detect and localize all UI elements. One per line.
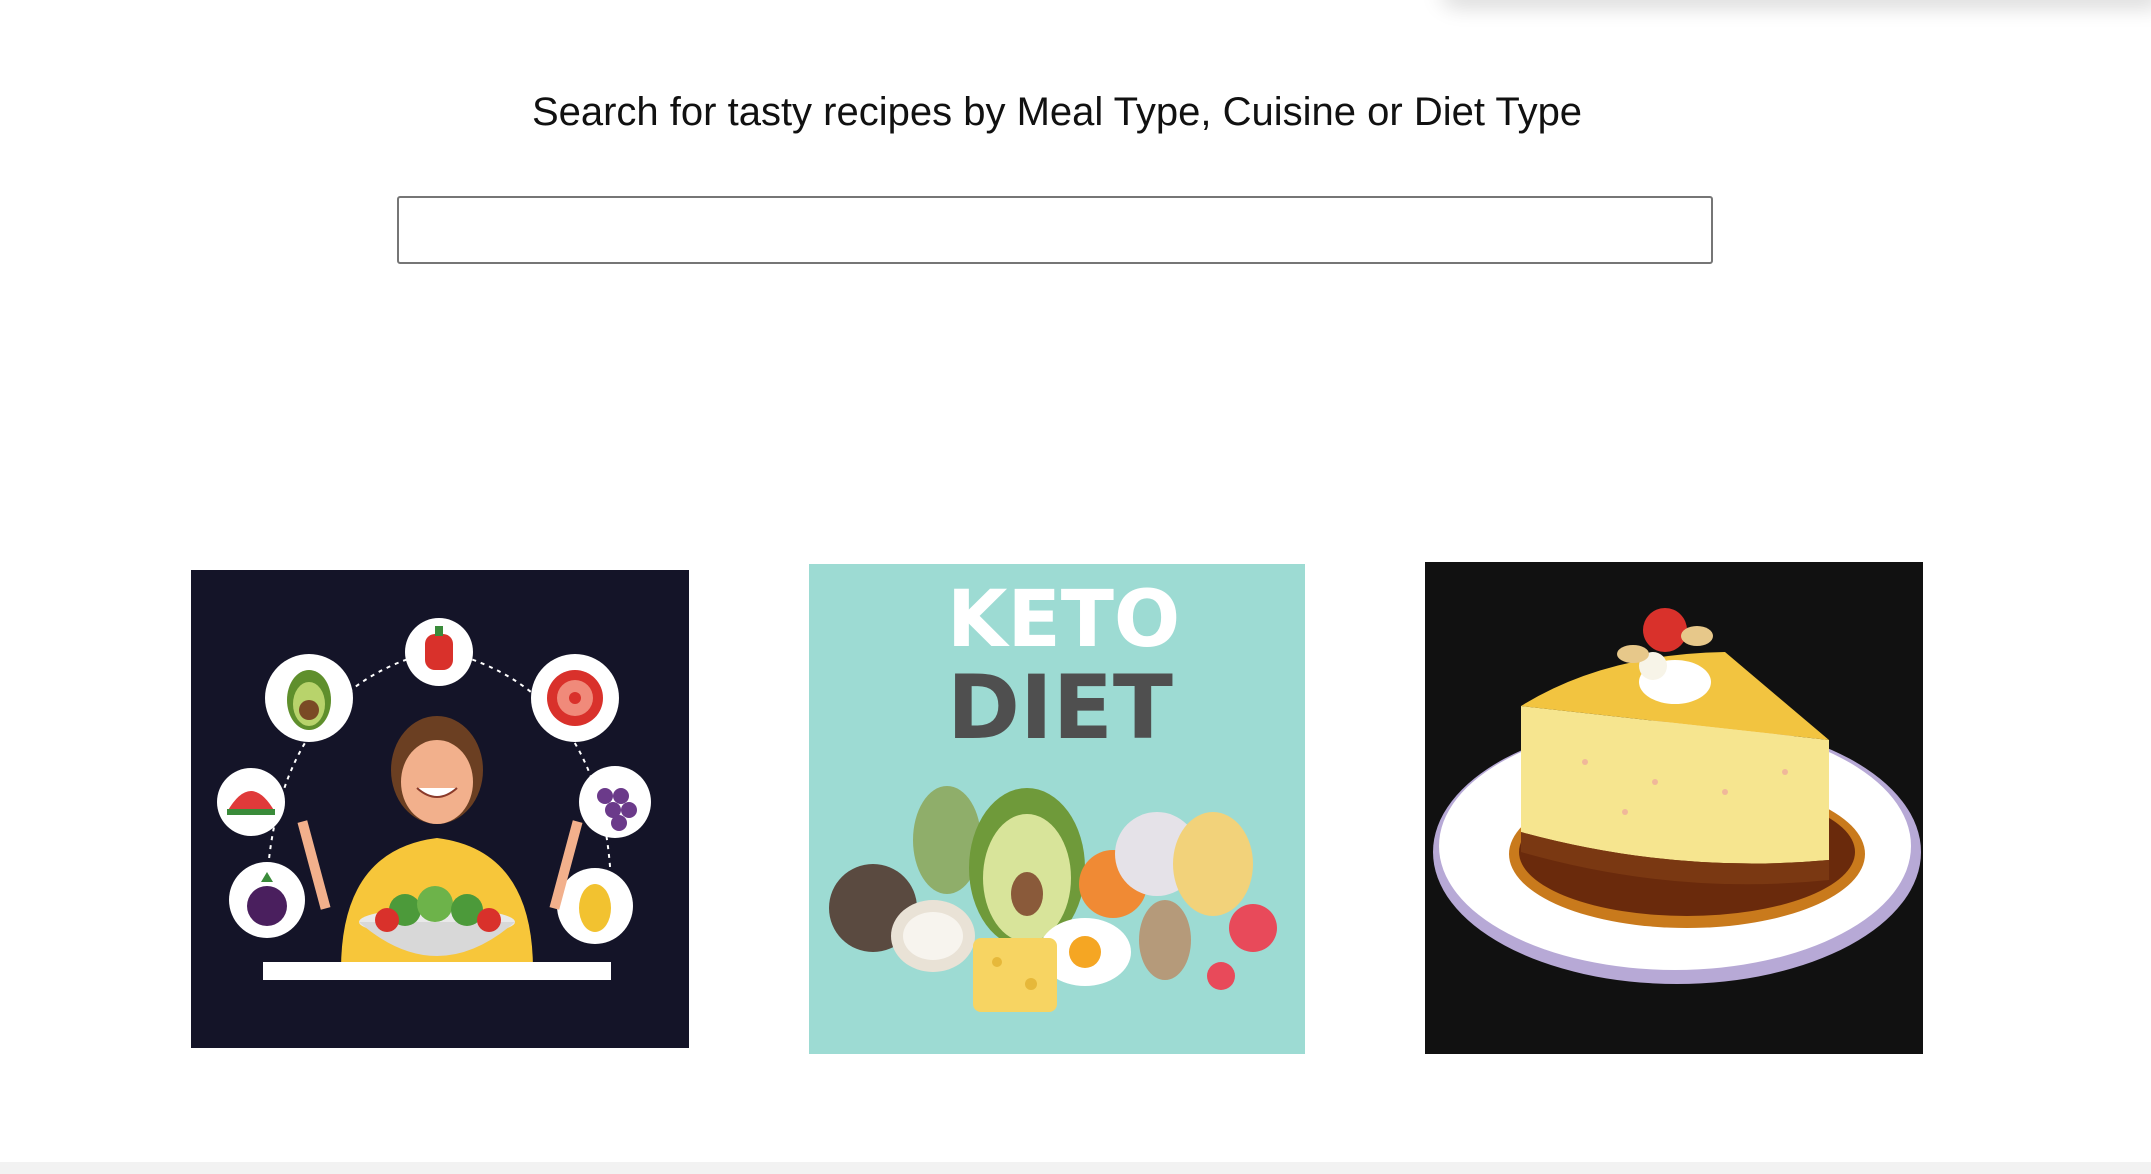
- page-bottom-band: [0, 1162, 2151, 1174]
- page-heading: Search for tasty recipes by Meal Type, C…: [531, 90, 1583, 134]
- page: Search for tasty recipes by Meal Type, C…: [0, 0, 2151, 1174]
- cheesecake-image: [1425, 562, 1923, 1054]
- keto-diet-card[interactable]: KETO DIET: [809, 564, 1305, 1054]
- diet-title: DIET: [947, 656, 1173, 759]
- dessert-card[interactable]: [1425, 562, 1923, 1054]
- search-input[interactable]: [397, 196, 1713, 264]
- keto-diet-image: KETO DIET: [809, 564, 1305, 1054]
- healthy-eating-card[interactable]: [191, 570, 689, 1048]
- keto-title: KETO: [947, 575, 1180, 665]
- healthy-eating-image: [191, 570, 689, 1048]
